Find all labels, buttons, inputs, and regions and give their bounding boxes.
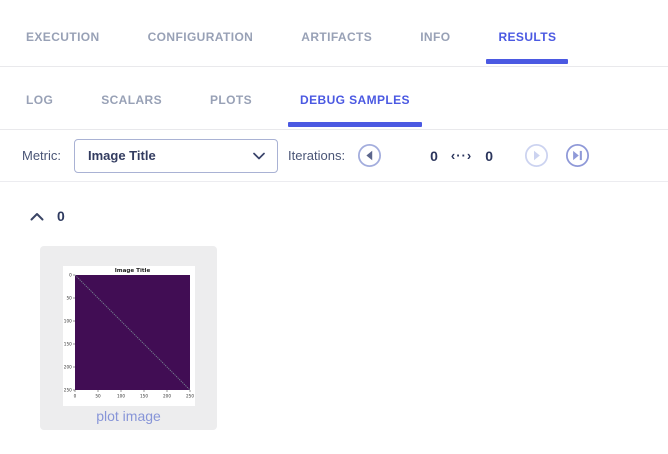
svg-text:250: 250 [186, 394, 194, 399]
tab-debug-samples[interactable]: DEBUG SAMPLES [288, 67, 422, 129]
svg-text:150: 150 [63, 342, 71, 347]
tab-scalars[interactable]: SCALARS [89, 67, 174, 129]
svg-text:100: 100 [117, 394, 125, 399]
metric-label: Metric: [22, 148, 61, 163]
tab-log[interactable]: LOG [14, 67, 65, 129]
iterations-label: Iterations: [288, 148, 346, 163]
tab-plots[interactable]: PLOTS [198, 67, 264, 129]
svg-text:0: 0 [69, 273, 72, 278]
tab-execution[interactable]: EXECUTION [14, 0, 112, 66]
debug-samples-toolbar: Metric: Image Title Iterations: 0 ‹··› 0 [0, 130, 668, 182]
tab-artifacts[interactable]: ARTIFACTS [289, 0, 384, 66]
group-collapse-button[interactable]: 0 [30, 208, 668, 224]
plot-caption: plot image [96, 408, 161, 424]
svg-text:0: 0 [73, 394, 76, 399]
svg-text:200: 200 [163, 394, 171, 399]
iteration-range: 0 ‹··› 0 [430, 148, 493, 164]
svg-text:250: 250 [63, 388, 71, 393]
group-label: 0 [57, 208, 65, 224]
tab-results[interactable]: RESULTS [486, 0, 569, 66]
latest-iteration-button[interactable] [564, 143, 590, 169]
chevron-down-icon [253, 152, 265, 160]
svg-text:200: 200 [63, 365, 71, 370]
chevron-up-icon [30, 212, 44, 221]
tab-info[interactable]: INFO [408, 0, 462, 66]
older-iterations-button[interactable] [356, 143, 382, 169]
iteration-range-icon: ‹··› [450, 148, 473, 163]
metric-select[interactable]: Image Title [74, 138, 278, 173]
iteration-max: 0 [485, 147, 494, 164]
plot-thumbnail[interactable]: Image Title0501001502002500 50 100 150 200 25… [62, 266, 195, 406]
debug-sample-card[interactable]: Image Title 0 50 100 150 200 250 0 50 100 150 200 25… [40, 246, 217, 430]
metric-select-value: Image Title [88, 148, 156, 163]
newer-iterations-button[interactable] [523, 143, 549, 169]
tab-configuration[interactable]: CONFIGURATION [136, 0, 266, 66]
skip-to-end-icon [565, 143, 590, 168]
primary-tab-bar: EXECUTION CONFIGURATION ARTIFACTS INFO R… [0, 0, 668, 67]
svg-text:150: 150 [140, 394, 148, 399]
svg-text:Image Title: Image Title [114, 268, 150, 274]
iteration-min: 0 [430, 147, 438, 164]
previous-icon [357, 143, 382, 168]
svg-text:50: 50 [95, 394, 101, 399]
results-sub-tab-bar: LOG SCALARS PLOTS DEBUG SAMPLES [0, 67, 668, 130]
next-icon [524, 143, 549, 168]
svg-text:50: 50 [66, 296, 72, 301]
svg-text:100: 100 [63, 319, 71, 324]
